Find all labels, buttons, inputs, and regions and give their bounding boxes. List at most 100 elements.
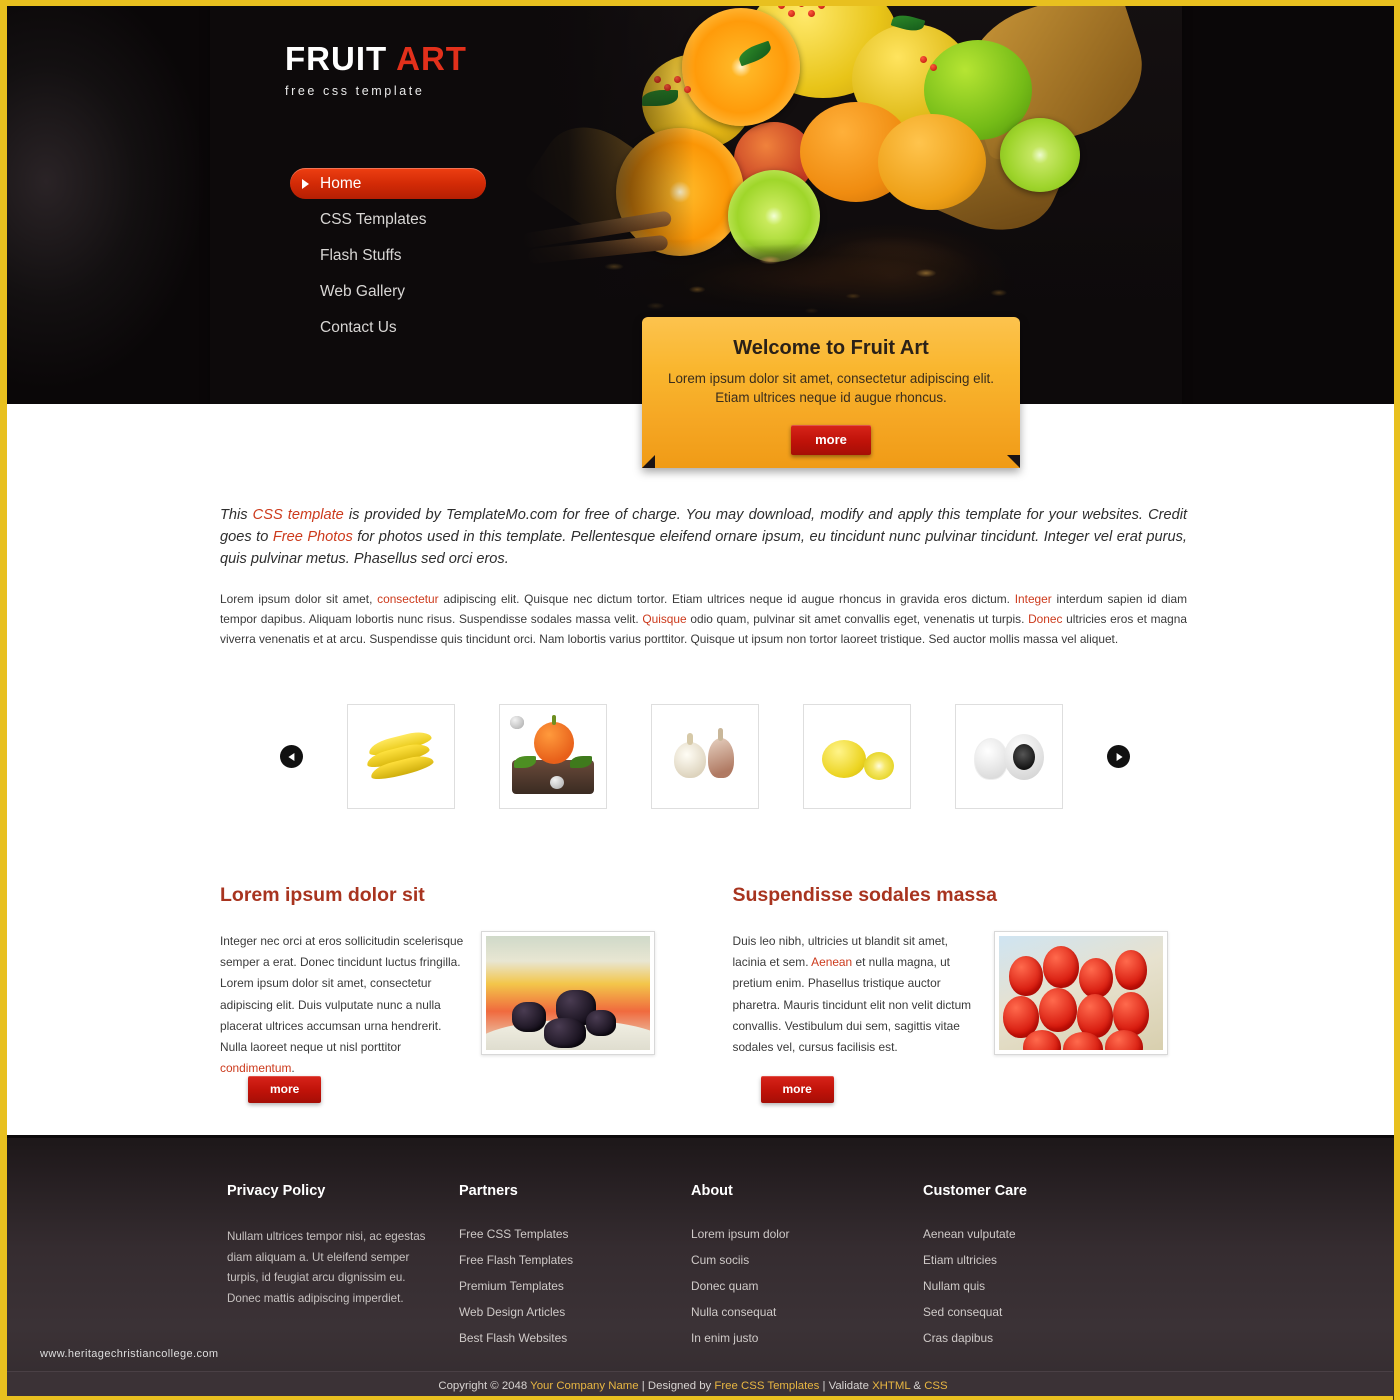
footer-link[interactable]: Premium Templates — [459, 1279, 691, 1293]
column-text: Duis leo nibh, ultricies ut blandit sit … — [733, 931, 978, 1058]
welcome-more-button[interactable]: more — [791, 424, 871, 455]
nav-item-home[interactable]: Home — [290, 168, 486, 199]
cherry-tomatoes-image — [998, 936, 1163, 1050]
body-text-a: Lorem ipsum dolor sit amet, — [220, 591, 378, 606]
footer-link[interactable]: Donec quam — [691, 1279, 923, 1293]
footer-column-about: About Lorem ipsum dolor Cum sociis Donec… — [691, 1183, 923, 1357]
footer-link[interactable]: Best Flash Websites — [459, 1331, 691, 1345]
body-link-integer[interactable]: Integer — [1015, 592, 1052, 606]
welcome-text-line2: Etiam ultrices neque id augue rhoncus. — [715, 390, 947, 406]
content-column-left: Lorem ipsum dolor sit Integer nec orci a… — [220, 884, 675, 1103]
column-more-button[interactable]: more — [760, 1076, 834, 1103]
nav-item-label: CSS Templates — [320, 211, 427, 228]
site-logo[interactable]: FRUIT ART free css template — [285, 42, 467, 98]
footer-link[interactable]: In enim justo — [691, 1331, 923, 1345]
content-column-right: Suspendisse sodales massa Duis leo nibh,… — [732, 884, 1188, 1103]
carousel-thumb-garlic[interactable] — [651, 704, 759, 809]
garlic-image — [662, 715, 748, 798]
column-text: Integer nec orci at eros sollicitudin sc… — [220, 931, 465, 1079]
nav-item-label: Home — [320, 175, 362, 192]
tangerine-icon — [878, 114, 986, 210]
site-footer: Privacy Policy Nullam ultrices tempor ni… — [7, 1135, 1394, 1400]
nav-item-web-gallery[interactable]: Web Gallery — [290, 276, 580, 307]
column-title: Suspendisse sodales massa — [732, 884, 997, 906]
column-text-b: et nulla magna, ut pretium enim. Phasell… — [732, 955, 972, 1054]
footer-link[interactable]: Etiam ultricies — [923, 1253, 1155, 1267]
carousel-thumb-bananas[interactable] — [347, 704, 455, 809]
berry-icon — [930, 64, 937, 71]
berry-icon — [808, 10, 815, 17]
main-content: This CSS template is provided by Templat… — [220, 504, 1187, 1103]
welcome-text: Lorem ipsum dolor sit amet, consectetur … — [668, 369, 994, 408]
nav-item-label: Contact Us — [320, 319, 397, 336]
lemons-image — [814, 715, 900, 798]
footer-column-privacy: Privacy Policy Nullam ultrices tempor ni… — [227, 1183, 459, 1357]
footer-link[interactable]: Cum sociis — [691, 1253, 923, 1267]
footer-link[interactable]: Aenean vulputate — [923, 1227, 1155, 1241]
intro-text-a: This — [220, 507, 253, 523]
column-more-button[interactable]: more — [248, 1076, 322, 1103]
footer-link[interactable]: Nullam quis — [923, 1279, 1155, 1293]
nav-item-label: Web Gallery — [320, 283, 405, 300]
body-link-donec[interactable]: Donec — [1028, 612, 1062, 626]
berry-icon — [654, 76, 661, 83]
copyright-bar: Copyright © 2048 Your Company Name | Des… — [7, 1371, 1393, 1400]
column-link-condimentum[interactable]: condimentum — [220, 1061, 291, 1075]
footer-link[interactable]: Sed consequat — [923, 1305, 1155, 1319]
berry-icon — [818, 6, 825, 9]
nav-item-css-templates[interactable]: CSS Templates — [290, 204, 580, 235]
berry-icon — [798, 6, 805, 7]
logo-text-accent: ART — [396, 40, 467, 77]
body-link-quisque[interactable]: Quisque — [642, 612, 686, 626]
column-image-frame — [993, 931, 1168, 1055]
nav-item-flash-stuffs[interactable]: Flash Stuffs — [290, 240, 580, 271]
lime-slice-icon — [1000, 118, 1080, 192]
footer-link[interactable]: Lorem ipsum dolor — [691, 1227, 923, 1241]
intro-paragraph: This CSS template is provided by Templat… — [220, 504, 1187, 571]
intro-text-c: for photos used in this template. Pellen… — [220, 529, 1187, 568]
column-image-frame — [481, 931, 655, 1055]
body-text-d: odio quam, pulvinar sit amet convallis e… — [686, 611, 1029, 626]
chevron-right-icon — [302, 178, 309, 189]
footer-columns: Privacy Policy Nullam ultrices tempor ni… — [227, 1183, 1167, 1357]
copyright-designer-link[interactable]: Free CSS Templates — [714, 1380, 819, 1392]
body-link-consectetur[interactable]: consectetur — [377, 592, 438, 606]
carousel-thumb-lemons[interactable] — [803, 704, 911, 809]
welcome-title: Welcome to Fruit Art — [733, 337, 929, 359]
hero-fruit-image — [522, 6, 1182, 324]
copyright-amp: & — [910, 1380, 925, 1392]
carousel-next-arrow-icon[interactable] — [1107, 745, 1130, 768]
copyright-company-link[interactable]: Your Company Name — [530, 1380, 638, 1392]
nav-item-contact-us[interactable]: Contact Us — [290, 312, 580, 343]
logo-tagline: free css template — [285, 84, 425, 98]
bananas-image — [358, 715, 444, 798]
copyright-prefix: Copyright © 2048 — [438, 1380, 531, 1392]
footer-link[interactable]: Cras dapibus — [923, 1331, 1155, 1345]
column-text-b: . — [291, 1061, 295, 1076]
pumpkin-image — [510, 714, 596, 798]
site-watermark: www.heritagechristiancollege.com — [40, 1348, 219, 1360]
footer-link[interactable]: Free CSS Templates — [459, 1227, 691, 1241]
intro-link-css-template[interactable]: CSS template — [253, 507, 344, 523]
footer-column-title: Customer Care — [923, 1183, 1027, 1199]
validate-xhtml-link[interactable]: XHTML — [872, 1380, 910, 1392]
carousel-thumbnails — [347, 704, 1063, 809]
carousel-thumb-mushrooms[interactable] — [955, 704, 1063, 809]
column-more-wrap: more — [760, 1076, 834, 1103]
footer-link[interactable]: Web Design Articles — [459, 1305, 691, 1319]
footer-column-partners: Partners Free CSS Templates Free Flash T… — [459, 1183, 691, 1357]
ribbon-notch-right — [1007, 455, 1020, 468]
blackberry-plate-image — [486, 936, 650, 1050]
column-body: Integer nec orci at eros sollicitudin sc… — [220, 931, 675, 1079]
footer-link[interactable]: Free Flash Templates — [459, 1253, 691, 1267]
column-title: Lorem ipsum dolor sit — [220, 884, 425, 906]
carousel-thumb-pumpkin[interactable] — [499, 704, 607, 809]
validate-css-link[interactable]: CSS — [924, 1380, 947, 1392]
footer-column-title: Privacy Policy — [227, 1183, 326, 1199]
intro-link-free-photos[interactable]: Free Photos — [273, 529, 353, 545]
orange-slice-icon — [616, 128, 744, 256]
berry-icon — [664, 84, 671, 91]
footer-link[interactable]: Nulla consequat — [691, 1305, 923, 1319]
carousel-prev-arrow-icon[interactable] — [280, 745, 303, 768]
column-link-aenean[interactable]: Aenean — [811, 955, 852, 969]
